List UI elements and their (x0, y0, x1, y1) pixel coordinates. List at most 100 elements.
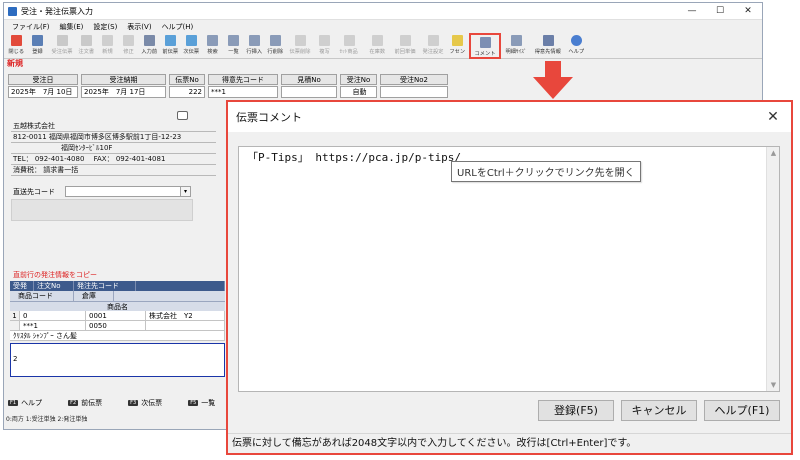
comment-icon (479, 37, 491, 48)
app-icon (8, 6, 17, 16)
scroll-down-icon[interactable]: ▼ (767, 381, 780, 389)
comment-button[interactable]: コメント (469, 33, 501, 59)
help-button[interactable]: ヘルプ (567, 33, 586, 55)
f5-list-key[interactable]: F5 一覧 (188, 398, 215, 408)
before-input-button[interactable]: 入力前 (140, 33, 159, 55)
sticky-note-button[interactable]: フセン (448, 33, 467, 55)
title-bar: 受注・発注伝票入力 — ☐ ✕ (4, 3, 762, 20)
f3-next-key[interactable]: F3 次伝票 (128, 398, 162, 408)
grid-head-order-no: 注文No (34, 281, 74, 291)
prev-slip-button[interactable]: 前伝票 (161, 33, 180, 55)
document-icon (81, 35, 92, 46)
minimize-button[interactable]: — (678, 3, 706, 20)
comment-text[interactable]: 「P-Tips」 https://pca.jp/p-tips/ (247, 149, 461, 165)
grid-header-row1: 受発 注文No 発注先コード (10, 281, 225, 291)
close-icon[interactable]: ✕ (763, 109, 783, 125)
chart-icon (542, 35, 554, 46)
slip-header-values: 2025年 7月 10日 2025年 7月 17日 222 ***1 自動 (8, 86, 451, 98)
stock-button[interactable]: 在庫数 (364, 33, 390, 55)
menu-help[interactable]: ヘルプ(H) (162, 22, 194, 32)
customer-address2: 福岡ｾﾝﾀｰﾋﾞﾙ10F (11, 143, 216, 154)
scroll-up-icon[interactable]: ▲ (767, 149, 780, 157)
grid-head-supplier: 発注先コード (74, 281, 136, 291)
slip-header-labels: 受注日 受注納期 伝票No 得意先コード 見積No 受注No 受注No2 (8, 74, 451, 85)
dialog-title: 伝票コメント (236, 111, 302, 124)
list-button[interactable]: 一覧 (224, 33, 243, 55)
register-f5-button[interactable]: 登録(F5) (538, 400, 614, 421)
function-keys: F1 ヘルプ F2 前伝票 F3 次伝票 F5 一覧 (8, 398, 241, 408)
maximize-button[interactable]: ☐ (706, 3, 734, 20)
save-icon (32, 35, 43, 46)
dialog-status-bar: 伝票に対して備忘があれば2048文字以内で入力してください。改行は[Ctrl+E… (228, 433, 791, 453)
order-no-label: 受注No (340, 74, 377, 85)
insert-row-button[interactable]: 行挿入 (245, 33, 264, 55)
order-no-field[interactable]: 自動 (340, 86, 377, 98)
main-status-bar: 0:両方 1:受注単独 2:発注単独 (6, 416, 88, 423)
customer-info-button[interactable]: 得意先情報 (531, 33, 565, 55)
grid-head-product-code: 商品コード (10, 291, 74, 301)
f2-prev-key[interactable]: F2 前伝票 (68, 398, 102, 408)
new-button[interactable]: 新規 (98, 33, 117, 55)
menu-file[interactable]: ファイル(F) (12, 22, 50, 32)
order-setting-button[interactable]: 発注設定 (420, 33, 446, 55)
close-button[interactable]: 閉じる (7, 33, 26, 55)
cancel-button[interactable]: キャンセル (621, 400, 697, 421)
window-title: 受注・発注伝票入力 (21, 6, 93, 16)
menu-bar: ファイル(F) 編集(E) 設定(S) 表示(V) ヘルプ(H) (4, 20, 762, 33)
comment-textarea[interactable]: 「P-Tips」 https://pca.jp/p-tips/ URLをCtrl… (238, 146, 780, 392)
customer-name: 五越株式会社 (11, 121, 216, 132)
table-row[interactable]: ｸﾘｽﾀﾙ ｼｬﾝﾌﾟｰ さん髪 (10, 331, 225, 341)
order-slip-button[interactable]: 受注伝票 (49, 33, 75, 55)
insert-row-icon (249, 35, 260, 46)
edit-button[interactable]: 修正 (119, 33, 138, 55)
order-date-field[interactable]: 2025年 7月 10日 (8, 86, 78, 98)
grid-header-row2: 商品コード 倉庫 (10, 291, 225, 301)
table-row[interactable]: 1 0 0001 株式会社 Y2 (10, 311, 225, 321)
delete-slip-button[interactable]: 伝票削除 (287, 33, 313, 55)
grid-head-warehouse: 倉庫 (74, 291, 114, 301)
customer-code-field[interactable]: ***1 (208, 86, 278, 98)
menu-edit[interactable]: 編集(E) (60, 22, 84, 32)
selected-row[interactable]: 2 (10, 343, 225, 377)
register-button[interactable]: 登録 (28, 33, 47, 55)
detail-grid: 受発 注文No 発注先コード 商品コード 倉庫 商品名 1 0 0001 株式会… (10, 281, 225, 377)
purchase-order-button[interactable]: 注文書 (77, 33, 96, 55)
delete-row-button[interactable]: 行削除 (266, 33, 285, 55)
help-f1-button[interactable]: ヘルプ(F1) (704, 400, 780, 421)
set-product-button[interactable]: ｾｯﾄ商品 (336, 33, 362, 55)
order-no2-field[interactable] (380, 86, 448, 98)
delivery-date-field[interactable]: 2025年 7月 17日 (81, 86, 166, 98)
estimate-no-field[interactable] (281, 86, 337, 98)
prev-icon (165, 35, 176, 46)
sticky-note-icon (452, 35, 463, 46)
table-row[interactable]: ***1 0050 (10, 321, 225, 331)
undo-icon (144, 35, 155, 46)
pencil-icon (123, 35, 134, 46)
order-date-label: 受注日 (8, 74, 78, 85)
copy-button[interactable]: 複写 (315, 33, 334, 55)
menu-settings[interactable]: 設定(S) (93, 22, 117, 32)
memo-area[interactable] (11, 199, 193, 221)
close-window-button[interactable]: ✕ (734, 3, 762, 20)
direct-ship-input[interactable] (65, 186, 189, 197)
next-slip-button[interactable]: 次伝票 (182, 33, 201, 55)
order-no2-label: 受注No2 (380, 74, 448, 85)
search-button[interactable]: 検索 (203, 33, 222, 55)
menu-view[interactable]: 表示(V) (127, 22, 151, 32)
slip-no-field[interactable]: 222 (169, 86, 205, 98)
prev-price-button[interactable]: 前回単価 (392, 33, 418, 55)
direct-ship-dropdown[interactable]: ▾ (180, 186, 191, 197)
arrow-down-icon (533, 61, 573, 99)
detail-size-button[interactable]: 明細ｻｲｽﾞ (503, 33, 529, 55)
search-icon (207, 35, 218, 46)
copy-prev-row-link[interactable]: 直前行の発注情報をコピー (13, 270, 97, 280)
delete-row-icon (270, 35, 281, 46)
dialog-buttons: 登録(F5) キャンセル ヘルプ(F1) (531, 400, 780, 421)
vertical-scrollbar[interactable]: ▲ ▼ (766, 147, 779, 391)
comment-bubble-icon[interactable] (177, 111, 188, 120)
next-icon (186, 35, 197, 46)
f1-help-key[interactable]: F1 ヘルプ (8, 398, 42, 408)
customer-info: 五越株式会社 812-0011 福岡県福岡市博多区博多駅前1丁目-12-23 福… (11, 121, 216, 176)
help-icon (571, 35, 582, 46)
comment-dialog: 伝票コメント ✕ 「P-Tips」 https://pca.jp/p-tips/… (226, 100, 793, 455)
